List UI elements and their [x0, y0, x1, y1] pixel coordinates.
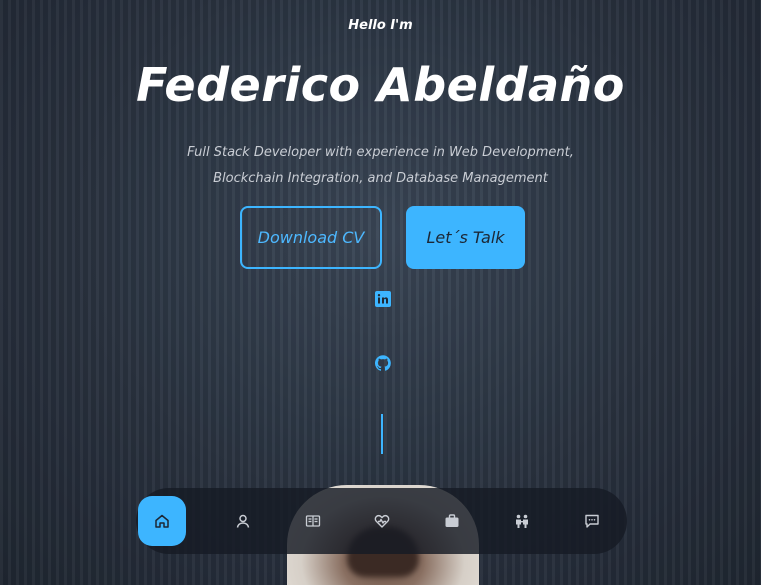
nav-testimonials[interactable] [487, 496, 557, 546]
bottom-navbar [136, 488, 627, 554]
nav-contact[interactable] [557, 496, 627, 546]
user-icon [236, 514, 249, 528]
lets-talk-button[interactable]: Let´s Talk [406, 206, 525, 269]
chat-icon [585, 514, 599, 528]
scroll-line-divider [381, 414, 383, 454]
book-icon [305, 515, 320, 527]
nav-portfolio[interactable] [417, 496, 487, 546]
nav-services[interactable] [347, 496, 417, 546]
linkedin-icon [375, 291, 391, 307]
people-icon [516, 514, 529, 528]
nav-resume[interactable] [278, 496, 348, 546]
github-icon [375, 355, 391, 371]
greeting-text: Hello I'm [348, 18, 413, 33]
github-link[interactable] [374, 354, 392, 372]
download-cv-button[interactable]: Download CV [240, 206, 382, 269]
briefcase-icon [445, 514, 459, 527]
nav-home[interactable] [138, 496, 186, 546]
linkedin-link[interactable] [374, 290, 392, 308]
heart-pulse-icon [375, 514, 390, 528]
subtitle-text: Full Stack Developer with experience in … [187, 145, 574, 186]
home-icon [155, 514, 169, 528]
page-title: Federico Abeldaño [136, 58, 625, 112]
nav-about[interactable] [208, 496, 278, 546]
